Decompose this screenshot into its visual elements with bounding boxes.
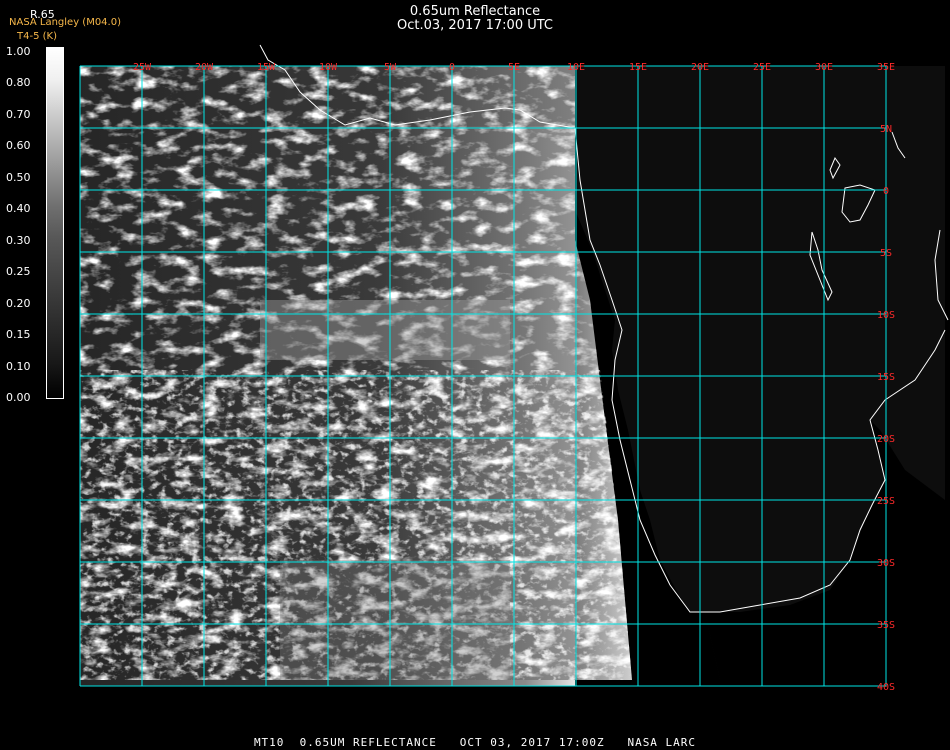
lat-label: 15S bbox=[877, 372, 895, 383]
lat-label: 5S bbox=[880, 248, 892, 259]
lon-label: 30E bbox=[815, 62, 833, 73]
lon-label: 20W bbox=[195, 62, 214, 73]
lat-label: 25S bbox=[877, 496, 895, 507]
lat-label: 20S bbox=[877, 434, 895, 445]
lat-label: 35S bbox=[877, 620, 895, 631]
lon-label: 10W bbox=[319, 62, 338, 73]
lon-label: 10E bbox=[567, 62, 585, 73]
lat-label: 30S bbox=[877, 558, 895, 569]
stratocumulus-deck-south bbox=[280, 560, 510, 680]
lat-label: 0 bbox=[883, 186, 889, 197]
lon-label: 0 bbox=[449, 62, 455, 73]
lat-label: 40S bbox=[877, 682, 895, 693]
satellite-map: 25W 20W 15W 10W 5W 0 5E 10E 15E 20E 25E 30E 35E 5N 0 5S… bbox=[79, 44, 949, 693]
lon-label: 5E bbox=[508, 62, 520, 73]
lon-label: 25E bbox=[753, 62, 771, 73]
lat-label: 10S bbox=[877, 310, 895, 321]
cloud-field bbox=[80, 66, 632, 680]
lat-label: 5N bbox=[880, 124, 892, 135]
lon-label: 25W bbox=[133, 62, 152, 73]
lon-label: 15W bbox=[257, 62, 276, 73]
stratocumulus-deck bbox=[260, 300, 510, 360]
footer-caption: MT10 0.65UM REFLECTANCE OCT 03, 2017 17:… bbox=[253, 736, 697, 749]
lon-label: 5W bbox=[384, 62, 397, 73]
lon-label: 20E bbox=[691, 62, 709, 73]
lon-label: 35E bbox=[877, 62, 895, 73]
lon-label: 15E bbox=[629, 62, 647, 73]
